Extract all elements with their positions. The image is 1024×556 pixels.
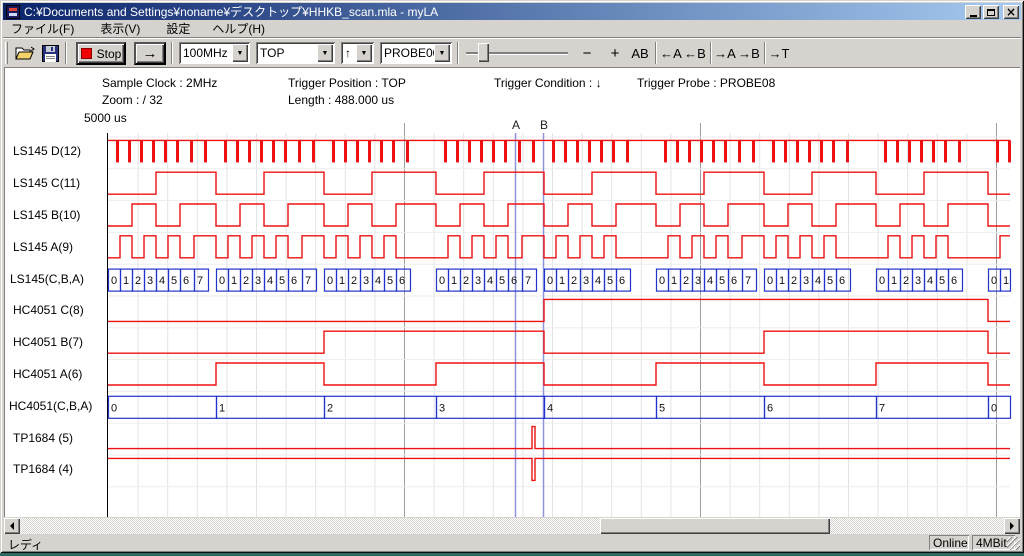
zoom-out-button[interactable]: − — [577, 42, 597, 64]
channel-label-ls145-b: LS145 B(10) — [13, 208, 80, 222]
channel-label-ls145-a: LS145 A(9) — [13, 240, 73, 254]
open-file-button[interactable] — [14, 42, 36, 64]
trigger-position-value: TOP — [256, 46, 317, 60]
move-right-to-a-button[interactable]: →A — [713, 42, 737, 64]
move-left-to-b-button[interactable]: ←B — [683, 42, 707, 64]
close-button[interactable]: × — [1003, 5, 1019, 19]
channel-label-hc4051-c: HC4051 C(8) — [13, 303, 84, 317]
run-arrow-icon: → — [143, 45, 158, 62]
toolbar-separator — [710, 42, 712, 64]
status-online-badge: Online — [929, 535, 969, 550]
menu-file[interactable]: ファイル(F) — [3, 19, 82, 38]
app-window: C:¥Documents and Settings¥noname¥デスクトップ¥… — [0, 0, 1024, 553]
stop-button[interactable]: Stop — [76, 42, 126, 65]
channel-label-tp1684-4: TP1684 (4) — [13, 462, 73, 476]
resize-grip[interactable] — [1007, 537, 1020, 550]
zoom-info: Zoom : / 32 — [102, 93, 163, 107]
toolbar-separator — [171, 42, 173, 64]
status-bar: レディ Online 4MBit — [3, 535, 1021, 551]
dropdown-arrow-icon[interactable]: ▼ — [434, 44, 450, 62]
menu-view[interactable]: 表示(V) — [92, 19, 148, 38]
toolbar-separator — [764, 42, 766, 64]
channel-label-ls145-bus: LS145(C,B,A) — [10, 272, 84, 286]
minimize-icon — [970, 15, 977, 17]
zoom-slider-handle[interactable] — [478, 43, 489, 62]
app-icon[interactable] — [6, 5, 20, 19]
menu-bar: ファイル(F) 表示(V) 設定 ヘルプ(H) — [3, 20, 1021, 37]
maximize-button[interactable] — [983, 5, 999, 19]
channel-label-hc4051-a: HC4051 A(6) — [13, 367, 82, 381]
toolbar-separator — [655, 42, 657, 64]
channel-label-hc4051-bus: HC4051(C,B,A) — [9, 399, 92, 413]
title-bar: C:¥Documents and Settings¥noname¥デスクトップ¥… — [3, 3, 1021, 20]
toolbar-separator — [65, 42, 67, 64]
trigger-probe-value: PROBE00 — [380, 46, 434, 60]
ab-button[interactable]: AB — [628, 42, 652, 64]
menu-settings[interactable]: 設定 — [158, 19, 198, 38]
channel-label-hc4051-b: HC4051 B(7) — [13, 335, 83, 349]
channel-label-ls145-d: LS145 D(12) — [13, 144, 81, 158]
window-title: C:¥Documents and Settings¥noname¥デスクトップ¥… — [24, 3, 438, 20]
go-to-trigger-button[interactable]: →T — [767, 42, 791, 64]
toolbar-grip — [5, 42, 8, 64]
dropdown-arrow-icon[interactable]: ▼ — [356, 44, 372, 62]
floppy-disk-icon — [42, 45, 59, 62]
toolbar-separator — [457, 42, 459, 64]
status-ready-text: レディ — [8, 536, 43, 553]
scroll-right-icon — [1010, 522, 1018, 530]
sample-clock-combo[interactable]: 100MHz ▼ — [179, 42, 250, 64]
scroll-left-icon — [6, 522, 14, 530]
waveform-client-area — [4, 67, 1020, 517]
trigger-edge-combo[interactable]: ↑ ▼ — [341, 42, 374, 64]
cursor-b-label: B — [537, 118, 551, 132]
cursor-a-label: A — [509, 118, 523, 132]
zoom-in-button[interactable]: + — [605, 42, 625, 64]
trigger-probe-info: Trigger Probe : PROBE08 — [637, 76, 775, 90]
save-file-button[interactable] — [39, 42, 61, 64]
trigger-probe-combo[interactable]: PROBE00 ▼ — [380, 42, 452, 64]
maximize-icon — [987, 9, 995, 16]
scrollbar-thumb[interactable] — [600, 518, 830, 534]
trigger-edge-value: ↑ — [341, 46, 356, 60]
scroll-right-button[interactable] — [1004, 518, 1020, 534]
scroll-left-button[interactable] — [4, 518, 20, 534]
channel-label-tp1684-5: TP1684 (5) — [13, 431, 73, 445]
length-info: Length : 488.000 us — [288, 93, 394, 107]
move-left-to-a-button[interactable]: ←A — [659, 42, 683, 64]
trigger-position-info: Trigger Position : TOP — [288, 76, 406, 90]
division-label: 5000 us — [84, 111, 127, 125]
move-right-to-b-button[interactable]: →B — [737, 42, 761, 64]
minimize-button[interactable] — [965, 5, 981, 19]
horizontal-scrollbar[interactable] — [4, 518, 1020, 534]
open-folder-icon — [15, 45, 35, 61]
stop-label: Stop — [97, 47, 122, 61]
channel-label-ls145-c: LS145 C(11) — [13, 176, 80, 190]
stop-icon — [81, 48, 92, 59]
close-icon: × — [1006, 6, 1016, 18]
dropdown-arrow-icon[interactable]: ▼ — [317, 44, 333, 62]
sample-clock-value: 100MHz — [179, 46, 232, 60]
dropdown-arrow-icon[interactable]: ▼ — [232, 44, 248, 62]
run-button[interactable]: → — [134, 42, 166, 65]
menu-help[interactable]: ヘルプ(H) — [204, 19, 273, 38]
toolbar: Stop → 100MHz ▼ TOP ▼ ↑ ▼ PROBE00 ▼ − + … — [3, 37, 1021, 67]
sample-clock-info: Sample Clock : 2MHz — [102, 76, 217, 90]
trigger-position-combo[interactable]: TOP ▼ — [256, 42, 335, 64]
trigger-condition-info: Trigger Condition : ↓ — [494, 76, 602, 90]
